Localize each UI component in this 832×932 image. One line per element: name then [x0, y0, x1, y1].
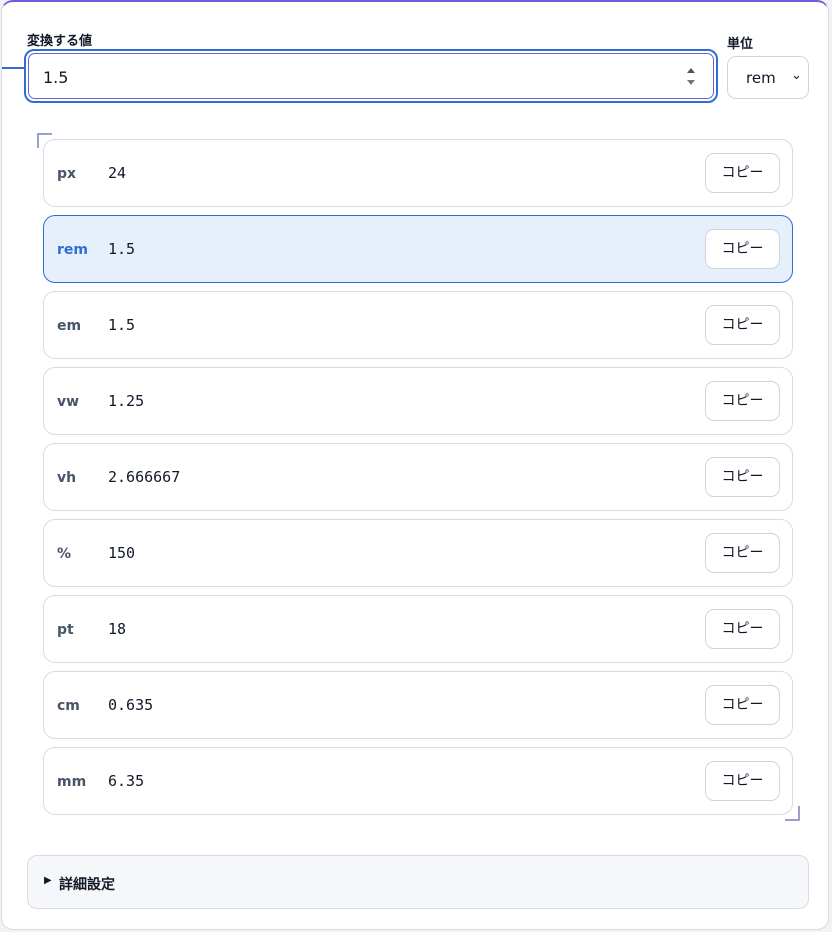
row-unit: em	[57, 318, 82, 334]
row-unit: vw	[57, 394, 80, 410]
copy-button[interactable]: コピー	[705, 685, 780, 725]
result-row-vh: vh 2.666667 コピー	[43, 443, 793, 511]
row-value: 1.25	[108, 392, 145, 410]
row-value: 2.666667	[108, 468, 181, 486]
unit-label: 単位	[727, 37, 754, 52]
spinner-up-icon[interactable]	[687, 68, 695, 73]
copy-button[interactable]: コピー	[705, 457, 780, 497]
spinner-down-icon[interactable]	[687, 80, 695, 85]
result-row-mm: mm 6.35 コピー	[43, 747, 793, 815]
row-unit: rem	[57, 242, 88, 258]
row-unit: cm	[57, 698, 80, 714]
result-row-pt: pt 18 コピー	[43, 595, 793, 663]
unit-select[interactable]: rem ⌄	[727, 56, 809, 99]
unit-select-value[interactable]: rem	[746, 69, 776, 87]
value-input-text[interactable]: 1.5	[43, 68, 68, 87]
result-row-em: em 1.5 コピー	[43, 291, 793, 359]
converter-card: 変換する値 単位 1.5 rem ⌄ px 24 コピー rem 1.5 コピー…	[1, 0, 829, 930]
row-value: 150	[108, 544, 136, 562]
row-unit: pt	[57, 622, 74, 638]
row-unit: vh	[57, 470, 77, 486]
value-label: 変換する値	[27, 34, 93, 49]
value-input-field[interactable]: 1.5	[24, 49, 718, 103]
chevron-down-icon: ⌄	[791, 68, 802, 83]
row-value: 24	[108, 164, 127, 182]
value-input-inner[interactable]: 1.5	[28, 53, 714, 99]
copy-button[interactable]: コピー	[705, 609, 780, 649]
row-unit: %	[57, 546, 72, 562]
copy-button[interactable]: コピー	[705, 229, 780, 269]
focus-accent-line	[2, 67, 26, 69]
copy-button[interactable]: コピー	[705, 381, 780, 421]
result-row-px: px 24 コピー	[43, 139, 793, 207]
result-row-percent: % 150 コピー	[43, 519, 793, 587]
row-value: 0.635	[108, 696, 154, 714]
copy-button[interactable]: コピー	[705, 153, 780, 193]
advanced-settings-toggle[interactable]: ▶ 詳細設定	[27, 855, 809, 909]
advanced-settings-label[interactable]: 詳細設定	[59, 874, 115, 894]
row-unit: mm	[57, 774, 87, 790]
copy-button[interactable]: コピー	[705, 761, 780, 801]
results-list: px 24 コピー rem 1.5 コピー em 1.5 コピー vw 1.25…	[43, 139, 793, 823]
row-value: 1.5	[108, 316, 136, 334]
result-row-rem: rem 1.5 コピー	[43, 215, 793, 283]
row-value: 6.35	[108, 772, 145, 790]
copy-button[interactable]: コピー	[705, 533, 780, 573]
row-value: 18	[108, 620, 127, 638]
row-value: 1.5	[108, 240, 136, 258]
disclosure-triangle-icon[interactable]: ▶	[44, 875, 52, 886]
copy-button[interactable]: コピー	[705, 305, 780, 345]
row-unit: px	[57, 166, 77, 182]
result-row-cm: cm 0.635 コピー	[43, 671, 793, 739]
number-spinner[interactable]	[685, 66, 697, 90]
result-row-vw: vw 1.25 コピー	[43, 367, 793, 435]
